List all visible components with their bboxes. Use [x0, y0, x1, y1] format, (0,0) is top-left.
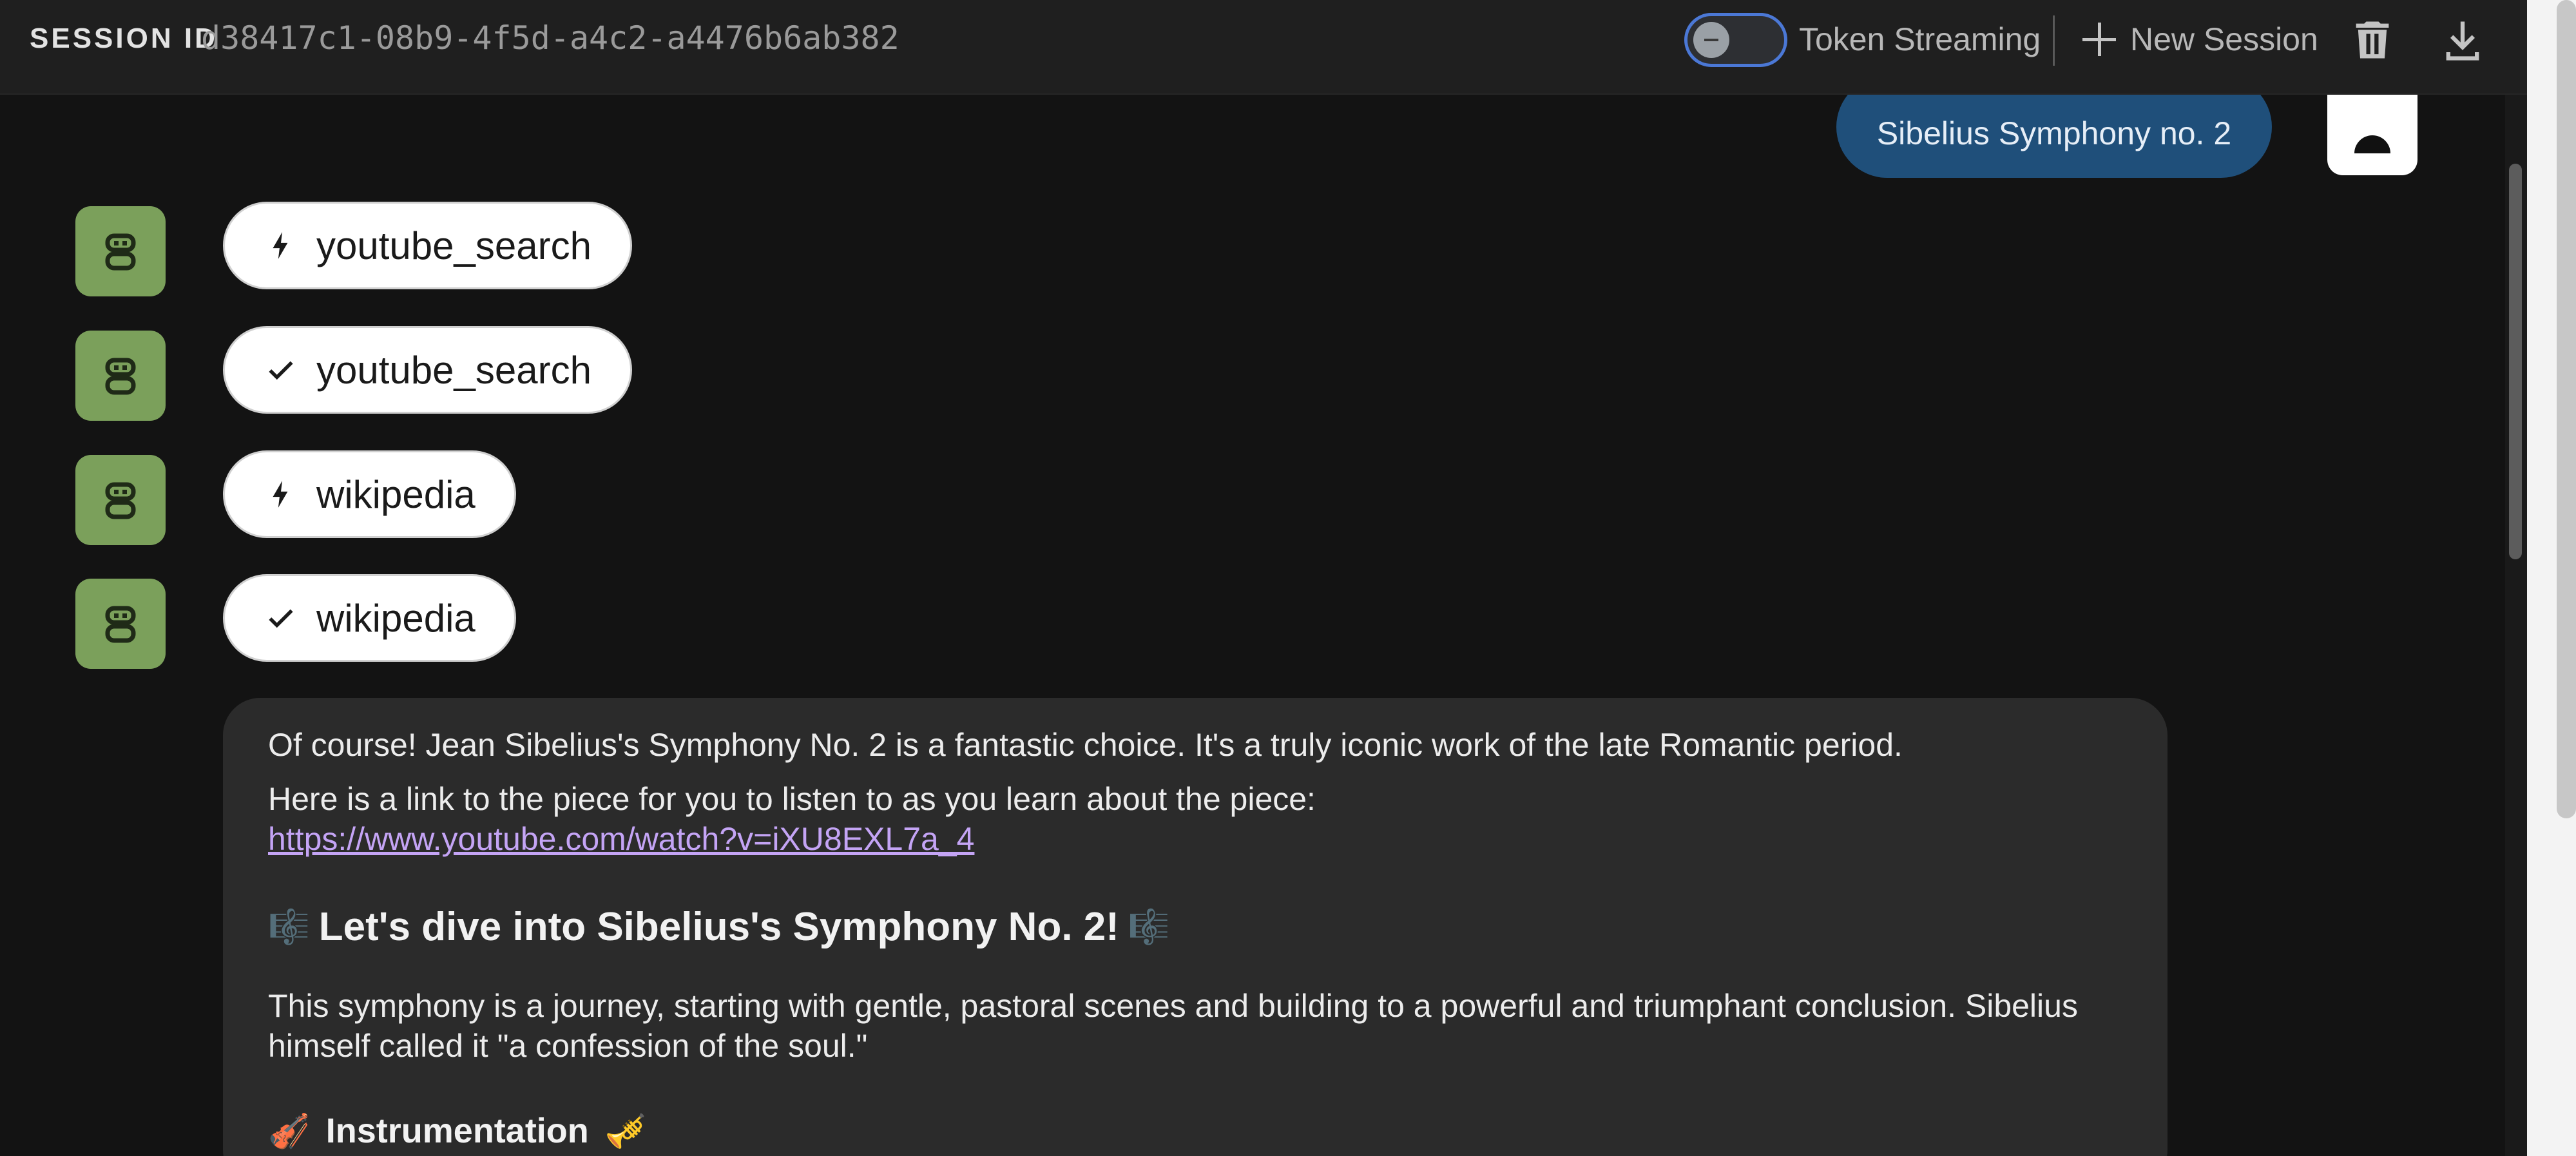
bot-avatar	[75, 579, 166, 669]
youtube-link[interactable]: https://www.youtube.com/watch?v=iXU8EXL7…	[268, 819, 974, 859]
music-score-icon: 🎼	[268, 909, 310, 946]
response-link-intro: Here is a link to the piece for you to l…	[268, 781, 1316, 817]
tool-call-chip[interactable]: youtube_search	[223, 202, 632, 289]
tool-result-label: youtube_search	[316, 348, 591, 392]
toggle-knob	[1693, 22, 1729, 58]
response-body: This symphony is a journey, starting wit…	[268, 988, 2078, 1064]
tool-call-label: youtube_search	[316, 224, 591, 267]
session-label: SESSION ID	[30, 23, 218, 54]
trumpet-icon: 🎺	[604, 1113, 647, 1150]
bot-avatar	[75, 331, 166, 421]
robot-icon	[105, 606, 136, 643]
download-icon	[2446, 21, 2479, 61]
page-scrollbar-thumb[interactable]	[2557, 0, 2576, 818]
tool-call-chip[interactable]: wikipedia	[223, 450, 516, 538]
bolt-icon	[273, 232, 288, 259]
bolt-icon	[273, 481, 288, 508]
tool-result-label: wikipedia	[316, 596, 476, 640]
bot-avatar	[75, 455, 166, 545]
response-subheading: 🎻 Instrumentation 🎺	[268, 1111, 2122, 1151]
header-divider	[2053, 15, 2055, 66]
download-button[interactable]	[2438, 15, 2487, 64]
bot-avatar	[75, 206, 166, 296]
response-subheading-text: Instrumentation	[325, 1112, 589, 1150]
response-heading-text: Let's dive into Sibelius's Symphony No. …	[318, 905, 1119, 949]
trash-icon	[2356, 21, 2389, 59]
plus-icon	[2082, 23, 2116, 56]
new-session-label: New Session	[2130, 21, 2318, 57]
tool-result-chip[interactable]: wikipedia	[223, 574, 516, 662]
top-bar: SESSION ID d38417c1-08b9-4f5d-a4c2-a4476…	[0, 0, 2527, 95]
new-session-button[interactable]: New Session	[2082, 15, 2318, 63]
assistant-response: Of course! Jean Sibelius's Symphony No. …	[223, 698, 2167, 1156]
tool-call-label: wikipedia	[316, 472, 476, 516]
check-icon	[269, 609, 293, 628]
chat-scrollbar-thumb[interactable]	[2509, 164, 2522, 559]
token-streaming-toggle[interactable]	[1684, 13, 1787, 67]
violin-icon: 🎻	[268, 1113, 310, 1150]
response-heading: 🎼 Let's dive into Sibelius's Symphony No…	[268, 904, 2122, 950]
delete-session-button[interactable]	[2348, 15, 2397, 64]
tool-result-chip[interactable]: youtube_search	[223, 326, 632, 414]
chat-page: SESSION ID d38417c1-08b9-4f5d-a4c2-a4476…	[0, 0, 2576, 1156]
music-score-icon: 🎼	[1128, 909, 1170, 946]
session-id: d38417c1-08b9-4f5d-a4c2-a4476b6ab382	[201, 19, 899, 57]
robot-icon	[105, 482, 136, 519]
robot-icon	[105, 233, 136, 271]
token-streaming-label: Token Streaming	[1799, 21, 2041, 57]
response-intro: Of course! Jean Sibelius's Symphony No. …	[268, 727, 1903, 763]
check-icon	[269, 361, 293, 380]
robot-icon	[105, 358, 136, 395]
